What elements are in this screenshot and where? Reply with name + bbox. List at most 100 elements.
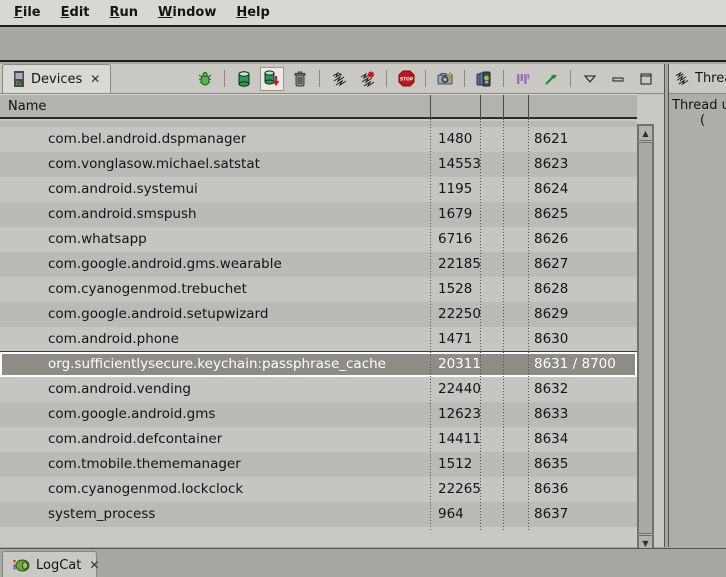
- start-method-profiling-icon[interactable]: [355, 67, 379, 91]
- screen-record-icon[interactable]: [472, 67, 496, 91]
- tab-devices-label: Devices: [31, 72, 82, 87]
- toolbar-separator: [425, 70, 426, 87]
- svg-text:STOP: STOP: [399, 77, 413, 83]
- cause-gc-icon[interactable]: [288, 67, 312, 91]
- menu-item[interactable]: Help: [226, 2, 279, 23]
- process-pid: 1528: [438, 281, 472, 297]
- process-name: com.android.defcontainer: [48, 431, 222, 447]
- maximize-icon[interactable]: [634, 67, 658, 91]
- column-divider[interactable]: [430, 95, 431, 120]
- toolbar-separator: [570, 70, 571, 87]
- process-port: 8629: [534, 306, 568, 322]
- process-name: com.android.smspush: [48, 206, 197, 222]
- process-port: 8637: [534, 506, 568, 522]
- tab-logcat-label: LogCat: [36, 558, 81, 573]
- menu-item[interactable]: Run: [100, 2, 149, 23]
- tab-logcat[interactable]: LogCat ✕: [2, 551, 97, 577]
- process-name: com.cyanogenmod.trebuchet: [48, 281, 247, 297]
- process-port: 8621: [534, 131, 568, 147]
- tab-logcat-close-icon[interactable]: ✕: [89, 558, 99, 572]
- table-row[interactable]: com.android.smspush 1679 8625: [0, 202, 637, 227]
- tab-devices-close-icon[interactable]: ✕: [90, 72, 100, 86]
- menu-item[interactable]: Edit: [51, 2, 100, 23]
- table-row[interactable]: com.tmobile.thememanager 1512 8635: [0, 452, 637, 477]
- table-row[interactable]: system_process 964 8637: [0, 502, 637, 527]
- dump-hprof-icon[interactable]: [260, 67, 284, 91]
- process-name: org.sufficientlysecure.keychain:passphra…: [48, 356, 386, 372]
- process-port: 8636: [534, 481, 568, 497]
- process-name: com.cyanogenmod.lockclock: [48, 481, 243, 497]
- tab-threads-label[interactable]: Threads: [695, 71, 726, 86]
- process-pid: 1480: [438, 131, 472, 147]
- stop-process-icon[interactable]: STOP: [394, 67, 418, 91]
- threads-message-line1: Thread up: [672, 98, 726, 113]
- start-tracing-icon[interactable]: [539, 67, 563, 91]
- vertical-scrollbar[interactable]: ▲ ▼: [637, 124, 654, 552]
- minimize-icon[interactable]: [606, 67, 630, 91]
- table-row[interactable]: com.vonglasow.michael.satstat 14553 8623: [0, 152, 637, 177]
- process-port: 8624: [534, 181, 568, 197]
- toolbar-separator: [503, 70, 504, 87]
- process-port: 8623: [534, 156, 568, 172]
- table-row[interactable]: com.android.vending 22440 8632: [0, 377, 637, 402]
- update-threads-icon[interactable]: [327, 67, 351, 91]
- tab-devices[interactable]: Devices ✕: [2, 64, 111, 93]
- vertical-scroll-thumb[interactable]: [638, 142, 653, 534]
- menu-item[interactable]: File: [4, 2, 51, 23]
- process-list: com.bel.android.dspmanager 1480 8621 com…: [0, 127, 637, 532]
- menu-bar: File Edit Run Window Help: [0, 0, 726, 27]
- toolbar-separator: [464, 70, 465, 87]
- threads-message-line2: (: [672, 113, 726, 128]
- process-name: com.android.phone: [48, 331, 179, 347]
- process-port: 8628: [534, 281, 568, 297]
- table-row[interactable]: com.android.phone 1471 8630: [0, 327, 637, 352]
- threads-icon: [674, 71, 689, 86]
- process-pid: 14411: [438, 431, 481, 447]
- process-port: 8634: [534, 431, 568, 447]
- toolbar-separator: [224, 70, 225, 87]
- process-port: 8631 / 8700: [534, 356, 616, 372]
- process-pid: 12623: [438, 406, 481, 422]
- process-pid: 964: [438, 506, 464, 522]
- column-divider[interactable]: [480, 95, 481, 120]
- process-name: com.whatsapp: [48, 231, 147, 247]
- table-header[interactable]: Name: [0, 94, 637, 119]
- process-pid: 1195: [438, 181, 472, 197]
- table-row[interactable]: org.sufficientlysecure.keychain:passphra…: [0, 352, 637, 377]
- update-heap-icon[interactable]: [232, 67, 256, 91]
- process-name: com.vonglasow.michael.satstat: [48, 156, 260, 172]
- table-row[interactable]: com.android.defcontainer 14411 8634: [0, 427, 637, 452]
- debug-attach-icon[interactable]: [193, 67, 217, 91]
- column-header-name[interactable]: Name: [8, 99, 46, 114]
- table-row[interactable]: com.cyanogenmod.lockclock 22265 8636: [0, 477, 637, 502]
- main-toolbar: [0, 29, 726, 62]
- menu-item[interactable]: Window: [148, 2, 226, 23]
- device-phone-icon: [13, 71, 25, 87]
- table-row[interactable]: com.google.android.gms.wearable 22185 86…: [0, 252, 637, 277]
- screen-capture-icon[interactable]: [433, 67, 457, 91]
- process-name: com.google.android.gms: [48, 406, 215, 422]
- process-port: 8635: [534, 456, 568, 472]
- column-divider[interactable]: [528, 95, 529, 120]
- devices-table: Name com.bel.android.dspmanager 1480 862…: [0, 94, 665, 532]
- process-pid: 20311: [438, 356, 481, 372]
- process-name: system_process: [48, 506, 155, 522]
- process-name: com.android.vending: [48, 381, 191, 397]
- process-pid: 22250: [438, 306, 481, 322]
- process-pid: 6716: [438, 231, 472, 247]
- process-name: com.android.systemui: [48, 181, 198, 197]
- scroll-up-button[interactable]: ▲: [638, 125, 653, 141]
- capture-systrace-icon[interactable]: [511, 67, 535, 91]
- table-row[interactable]: com.google.android.gms 12623 8633: [0, 402, 637, 427]
- process-pid: 14553: [438, 156, 481, 172]
- table-row[interactable]: com.google.android.setupwizard 22250 862…: [0, 302, 637, 327]
- column-divider[interactable]: [503, 95, 504, 120]
- process-pid: 22265: [438, 481, 481, 497]
- table-row[interactable]: com.cyanogenmod.trebuchet 1528 8628: [0, 277, 637, 302]
- table-row[interactable]: com.android.systemui 1195 8624: [0, 177, 637, 202]
- view-menu-icon[interactable]: [578, 67, 602, 91]
- table-row[interactable]: com.whatsapp 6716 8626: [0, 227, 637, 252]
- process-name: com.google.android.setupwizard: [48, 306, 268, 322]
- table-row[interactable]: com.bel.android.dspmanager 1480 8621: [0, 127, 637, 152]
- devices-panel: Devices ✕: [0, 64, 665, 547]
